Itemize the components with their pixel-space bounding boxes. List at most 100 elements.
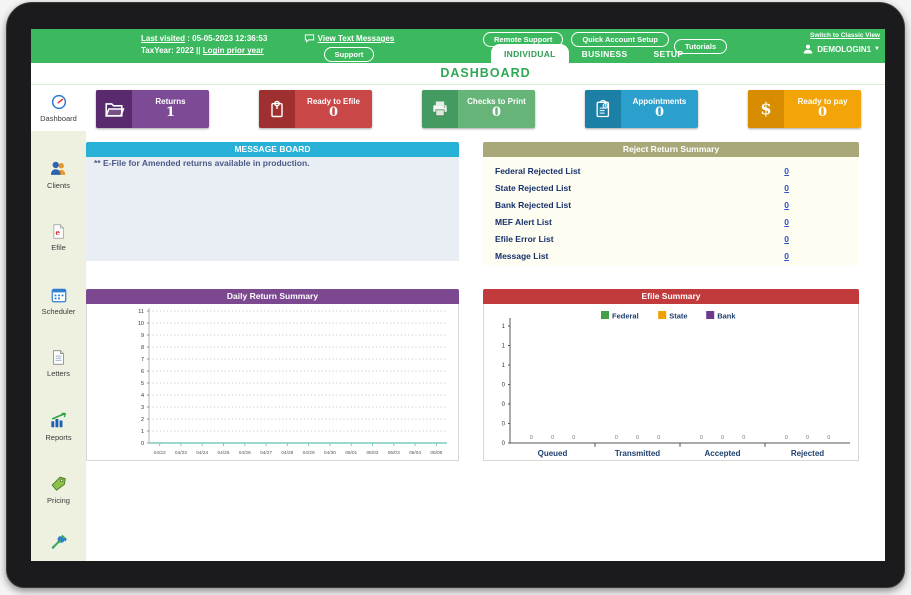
sidebar-item-label: Pricing xyxy=(47,496,70,505)
card-ready-to-efile[interactable]: Ready to Efile 0 xyxy=(259,90,372,128)
letters-icon xyxy=(50,349,67,366)
sidebar: Dashboard Clients e Efile Scheduler Letters Re… xyxy=(31,85,86,561)
svg-text:4: 4 xyxy=(141,393,144,399)
sidebar-item-label: Reports xyxy=(45,433,72,442)
svg-text:Accepted: Accepted xyxy=(704,449,740,458)
sidebar-item-letters[interactable]: Letters xyxy=(31,332,86,395)
view-text-messages-link[interactable]: View Text Messages xyxy=(294,33,404,44)
svg-text:0: 0 xyxy=(721,435,724,441)
tools-icon xyxy=(49,532,68,551)
reject-row-label: Federal Rejected List xyxy=(495,165,581,176)
svg-text:6: 6 xyxy=(141,369,144,375)
svg-text:0: 0 xyxy=(636,435,639,441)
reject-row-count-link[interactable]: 0 xyxy=(784,183,789,193)
reject-row-label: Efile Error List xyxy=(495,233,554,244)
pricing-icon xyxy=(49,474,68,493)
page-title-row: DASHBOARD xyxy=(31,63,885,85)
top-navigation-bar: Last visited : 05-05-2023 12:36:53 TaxYe… xyxy=(31,29,885,63)
svg-text:04/24: 04/24 xyxy=(196,450,208,456)
switch-to-classic-view-link[interactable]: Switch to Classic View xyxy=(802,32,880,39)
svg-text:State: State xyxy=(669,312,687,321)
reject-row-label: Bank Rejected List xyxy=(495,199,572,210)
reject-row-count-link[interactable]: 0 xyxy=(784,251,789,261)
svg-text:05/05: 05/05 xyxy=(430,450,442,456)
svg-text:04/27: 04/27 xyxy=(260,450,272,456)
messages-support-cluster: View Text Messages Support xyxy=(294,33,404,62)
efile-summary-header: Efile Summary xyxy=(483,289,859,304)
sidebar-item-tools[interactable] xyxy=(31,521,86,561)
clients-icon xyxy=(49,159,68,178)
support-button[interactable]: Support xyxy=(323,47,375,62)
body-row: Dashboard Clients e Efile Scheduler Letters Re… xyxy=(31,85,885,561)
reject-row-federal-rejected-list: Federal Rejected List 0 xyxy=(483,162,859,179)
login-prior-year-link[interactable]: Login prior year xyxy=(203,46,264,55)
reject-summary-header: Reject Return Summary xyxy=(483,142,859,157)
svg-text:1: 1 xyxy=(502,363,506,369)
svg-text:04/29: 04/29 xyxy=(303,450,315,456)
reject-row-count-link[interactable]: 0 xyxy=(784,234,789,244)
charts-row: Daily Return Summary 0 1 2 3 4 5 6 7 8 9 10 11 04/22… xyxy=(86,289,859,461)
card-checks-to-print[interactable]: Checks to Print 0 xyxy=(422,90,535,128)
sidebar-item-scheduler[interactable]: Scheduler xyxy=(31,269,86,332)
svg-text:04/25: 04/25 xyxy=(217,450,229,456)
svg-text:Rejected: Rejected xyxy=(791,449,824,458)
sidebar-item-clients[interactable]: Clients xyxy=(31,143,86,206)
sidebar-item-reports[interactable]: Reports xyxy=(31,395,86,458)
reject-row-message-list: Message List 0 xyxy=(483,247,859,264)
tab-setup[interactable]: SETUP xyxy=(641,44,697,63)
svg-text:04/28: 04/28 xyxy=(281,450,293,456)
svg-text:Queued: Queued xyxy=(538,449,568,458)
svg-text:0: 0 xyxy=(615,435,618,441)
sidebar-item-pricing[interactable]: Pricing xyxy=(31,458,86,521)
card-returns[interactable]: Returns 1 xyxy=(96,90,209,128)
efile-icon: e xyxy=(50,223,67,240)
svg-text:0: 0 xyxy=(657,435,660,441)
svg-text:11: 11 xyxy=(138,309,144,315)
message-board-item: ** E-File for Amended returns available … xyxy=(94,158,310,168)
reports-icon xyxy=(49,411,68,430)
svg-text:05/02: 05/02 xyxy=(366,450,378,456)
printer-icon xyxy=(422,90,458,128)
message-board-header: MESSAGE BOARD xyxy=(86,142,459,157)
scheduler-icon xyxy=(50,286,68,304)
svg-text:04/30: 04/30 xyxy=(324,450,336,456)
svg-text:0: 0 xyxy=(827,435,830,441)
sidebar-item-label: Clients xyxy=(47,181,70,190)
reject-row-count-link[interactable]: 0 xyxy=(784,217,789,227)
svg-text:10: 10 xyxy=(138,321,144,327)
reject-row-count-link[interactable]: 0 xyxy=(784,166,789,176)
panels-row: MESSAGE BOARD ** E-File for Amended retu… xyxy=(86,142,859,265)
reject-row-count-link[interactable]: 0 xyxy=(784,200,789,210)
sidebar-item-dashboard[interactable]: Dashboard xyxy=(31,85,86,131)
tab-business[interactable]: BUSINESS xyxy=(569,44,641,63)
user-menu[interactable]: DEMOLOGIN1 ▼ xyxy=(802,43,880,55)
card-appointments[interactable]: Appointments 0 xyxy=(585,90,698,128)
person-icon xyxy=(802,43,814,55)
sidebar-item-label: Scheduler xyxy=(41,306,76,316)
efile-summary-panel: Efile Summary Federal State Bank 0 0 0 0 1 1 1 0 0 0… xyxy=(483,289,859,461)
svg-text:0: 0 xyxy=(551,435,554,441)
sidebar-item-label: Dashboard xyxy=(40,114,77,123)
svg-text:5: 5 xyxy=(141,381,144,387)
svg-text:9: 9 xyxy=(141,333,144,339)
tab-individual[interactable]: INDIVIDUAL xyxy=(491,44,569,63)
sidebar-item-efile[interactable]: e Efile xyxy=(31,206,86,269)
card-value: 0 xyxy=(328,105,339,121)
card-value: 0 xyxy=(491,105,502,121)
user-cluster: Switch to Classic View DEMOLOGIN1 ▼ xyxy=(802,32,880,55)
card-ready-to-pay[interactable]: $ Ready to pay 0 xyxy=(748,90,861,128)
reject-row-bank-rejected-list: Bank Rejected List 0 xyxy=(483,196,859,213)
svg-text:1: 1 xyxy=(502,324,506,330)
dollar-icon: $ xyxy=(748,90,784,128)
svg-text:0: 0 xyxy=(502,441,506,447)
username-label: DEMOLOGIN1 xyxy=(817,44,872,54)
last-visited-value: : 05-05-2023 12:36:53 xyxy=(187,34,268,43)
svg-text:8: 8 xyxy=(141,345,144,351)
svg-text:1: 1 xyxy=(141,429,144,435)
svg-text:7: 7 xyxy=(141,357,144,363)
last-visited-link[interactable]: Last visited xyxy=(141,34,185,43)
reject-return-summary-panel: Reject Return Summary Federal Rejected L… xyxy=(483,142,859,265)
svg-text:04/26: 04/26 xyxy=(239,450,251,456)
divider: || xyxy=(196,46,201,56)
card-value: 1 xyxy=(165,105,176,121)
